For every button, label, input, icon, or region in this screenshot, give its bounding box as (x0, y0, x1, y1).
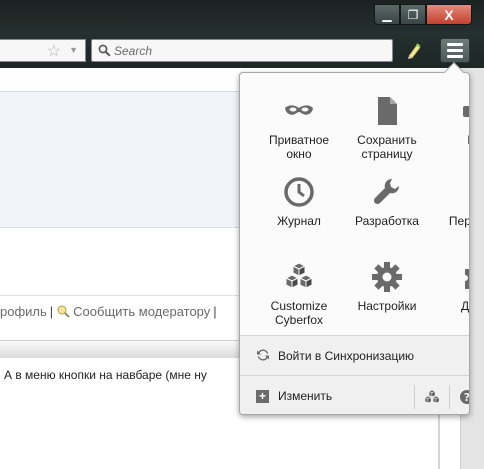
search-input[interactable] (114, 40, 384, 61)
footer-separator (449, 385, 450, 409)
link-separator: | (49, 304, 54, 319)
report-moderator-link[interactable]: Сообщить модератору (73, 304, 210, 319)
new-window-icon (459, 176, 470, 208)
print-button[interactable]: Пе (435, 95, 469, 147)
print-label: Пе (467, 133, 469, 147)
settings-button[interactable]: Настройки (347, 261, 427, 313)
panel-footer: Войти в Синхронизацию + Изменить ? (240, 335, 470, 414)
window-controls: ▁ ❐ X (374, 4, 472, 25)
report-icon (57, 305, 70, 318)
private-window-button[interactable]: Приватное окно (259, 95, 339, 161)
pencil-icon[interactable] (405, 42, 423, 60)
main-menu-panel: Приватное окно Сохранить страницу Пе Жу (239, 72, 470, 415)
post-text: А в меню кнопки на навбаре (мне ну (4, 368, 207, 382)
maximize-button[interactable]: ❐ (400, 4, 426, 25)
print-icon (463, 106, 469, 117)
mask-icon (285, 105, 313, 115)
sync-label[interactable]: Войти в Синхронизацию (278, 349, 414, 363)
customize-browser-button[interactable]: Customize Cyberfox (259, 261, 339, 327)
url-bar[interactable]: ☆ ▼ (0, 39, 86, 62)
footer-separator (414, 385, 415, 409)
page-icon (378, 97, 397, 125)
developer-button[interactable]: Разработка (347, 176, 427, 228)
link-separator: | (213, 304, 217, 319)
new-window-label: Пере бра (448, 214, 469, 228)
window-titlebar: ▁ ❐ X (0, 0, 484, 34)
addons-label: Допо (460, 299, 470, 313)
customize-label[interactable]: Изменить (278, 389, 332, 403)
help-icon[interactable]: ? (459, 389, 470, 405)
private-window-label: Приватное окно (268, 133, 330, 161)
sync-row[interactable]: Войти в Синхронизацию (240, 336, 469, 376)
menu-grid: Приватное окно Сохранить страницу Пе Жу (240, 73, 470, 335)
star-icon[interactable]: ☆ (47, 41, 61, 61)
history-button[interactable]: Журнал (259, 176, 339, 228)
developer-label: Разработка (355, 214, 419, 228)
addons-button[interactable]: Допо (435, 261, 470, 313)
settings-label: Настройки (357, 299, 417, 313)
cubes-icon[interactable] (423, 389, 441, 405)
svg-text:?: ? (464, 391, 470, 404)
history-label: Журнал (277, 214, 321, 228)
customize-browser-label: Customize Cyberfox (270, 299, 328, 327)
sync-icon (257, 349, 269, 361)
plus-icon[interactable]: + (256, 390, 269, 403)
post-links: рофиль | Сообщить модератору | (0, 304, 220, 319)
save-page-label: Сохранить страницу (357, 133, 417, 161)
wrench-icon (373, 178, 400, 205)
navigation-toolbar: ☆ ▼ (0, 34, 484, 68)
clock-icon (284, 177, 314, 207)
save-page-button[interactable]: Сохранить страницу (347, 95, 427, 161)
search-bar[interactable] (91, 39, 393, 62)
profile-link[interactable]: рофиль (0, 304, 47, 319)
search-icon (98, 44, 111, 57)
customize-row: + Изменить ? (240, 377, 470, 414)
close-button[interactable]: X (426, 4, 472, 25)
minimize-button[interactable]: ▁ (374, 4, 400, 25)
cubes-icon (284, 262, 314, 289)
dropdown-arrow-icon[interactable]: ▼ (69, 45, 78, 55)
new-window-button[interactable]: Пере бра (435, 176, 470, 228)
hamburger-menu-icon[interactable] (440, 38, 470, 63)
puzzle-icon (465, 269, 469, 289)
gear-icon (372, 262, 402, 292)
